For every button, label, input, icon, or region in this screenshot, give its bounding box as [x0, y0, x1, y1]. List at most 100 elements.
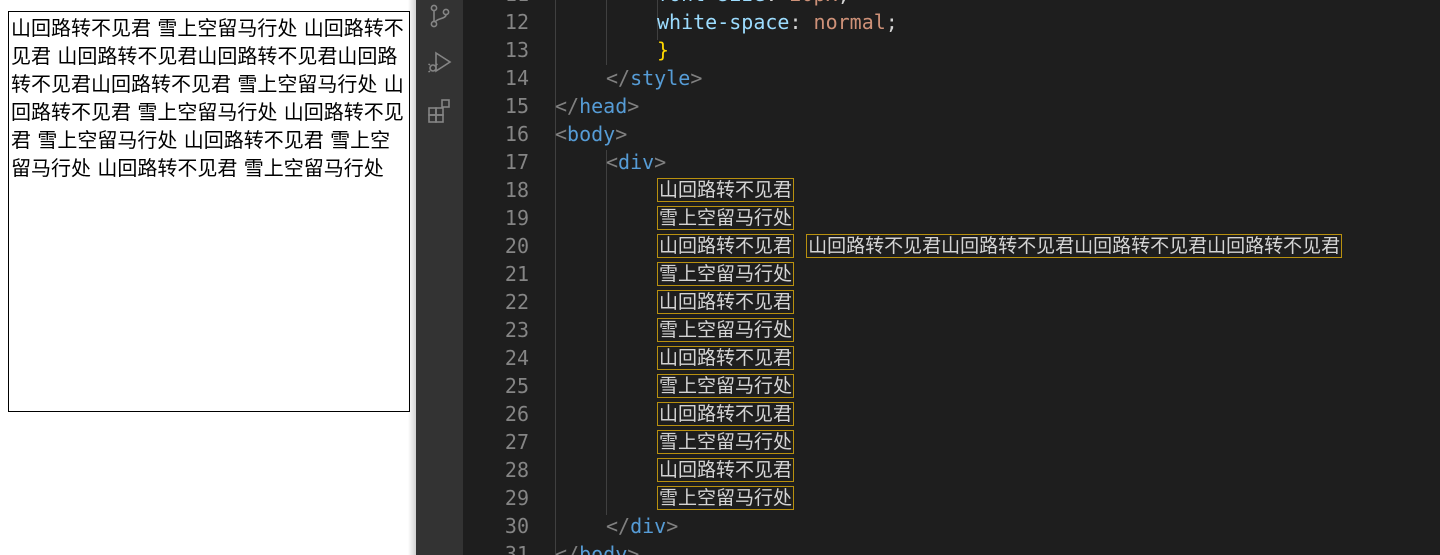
code-line[interactable]: 29 雪上空留马行处 — [463, 484, 1440, 512]
activity-bar — [416, 0, 463, 555]
highlighted-text: 山回路转不见君 — [657, 178, 795, 202]
code-token: > — [627, 542, 640, 555]
code-line[interactable]: 23 雪上空留马行处 — [463, 316, 1440, 344]
source-control-icon[interactable] — [426, 2, 454, 30]
code-token: body — [567, 122, 616, 146]
line-number: 30 — [504, 514, 529, 538]
code-line[interactable]: 11 font-size: 20px; — [463, 0, 1440, 8]
code-line[interactable]: 17 <div> — [463, 148, 1440, 176]
code-content: 山回路转不见君 — [657, 400, 795, 428]
code-line[interactable]: 20 山回路转不见君 山回路转不见君山回路转不见君山回路转不见君山回路转不见君 — [463, 232, 1440, 260]
line-number: 23 — [504, 318, 529, 342]
code-token: 20px — [789, 0, 837, 6]
code-content: white-space: normal; — [657, 8, 898, 36]
highlighted-text: 山回路转不见君 — [657, 346, 795, 370]
code-token: : — [765, 0, 789, 6]
code-line[interactable]: 31 </body> — [463, 540, 1440, 555]
code-content: 山回路转不见君 — [657, 344, 795, 372]
code-content: font-size: 20px; — [657, 0, 850, 8]
code-token: </ — [606, 66, 631, 90]
highlighted-text: 雪上空留马行处 — [657, 318, 795, 342]
highlighted-text: 雪上空留马行处 — [657, 430, 795, 454]
code-line[interactable]: 19 雪上空留马行处 — [463, 204, 1440, 232]
line-number: 20 — [504, 234, 529, 258]
line-number: 31 — [504, 542, 529, 555]
line-number: 14 — [504, 66, 529, 90]
code-token: div — [618, 150, 655, 174]
highlighted-text: 雪上空留马行处 — [657, 206, 795, 230]
code-content: </head> — [555, 92, 639, 120]
line-number: 13 — [504, 38, 529, 62]
code-content: 雪上空留马行处 — [657, 260, 795, 288]
code-line[interactable]: 13} — [463, 36, 1440, 64]
code-content: 雪上空留马行处 — [657, 428, 795, 456]
code-token: > — [654, 150, 667, 174]
code-content: 山回路转不见君 — [657, 176, 795, 204]
line-number: 12 — [504, 10, 529, 34]
code-line[interactable]: 12 white-space: normal; — [463, 8, 1440, 36]
code-line[interactable]: 15 </head> — [463, 92, 1440, 120]
code-line[interactable]: 28 山回路转不见君 — [463, 456, 1440, 484]
line-number: 26 — [504, 402, 529, 426]
code-token: ; — [885, 10, 898, 34]
code-line[interactable]: 27 雪上空留马行处 — [463, 428, 1440, 456]
code-token: ; — [838, 0, 850, 6]
code-content: </div> — [606, 512, 678, 540]
code-content: 山回路转不见君 山回路转不见君山回路转不见君山回路转不见君山回路转不见君 — [657, 232, 1343, 260]
highlighted-text: 山回路转不见君山回路转不见君山回路转不见君山回路转不见君 — [806, 234, 1343, 258]
highlighted-text: 山回路转不见君 — [657, 234, 795, 258]
line-number: 29 — [504, 486, 529, 510]
line-number: 18 — [504, 178, 529, 202]
code-token: } — [657, 38, 670, 62]
code-line[interactable]: 22 山回路转不见君 — [463, 288, 1440, 316]
code-editor[interactable]: 11 font-size: 20px; 12 white-space: normal;… — [463, 0, 1440, 555]
highlighted-text: 雪上空留马行处 — [657, 262, 795, 286]
code-content: 雪上空留马行处 — [657, 316, 795, 344]
preview-div-box: 山回路转不见君 雪上空留马行处 山回路转不见君 山回路转不见君山回路转不见君山回… — [8, 11, 410, 412]
code-content: </style> — [606, 64, 702, 92]
code-content: 山回路转不见君 — [657, 288, 795, 316]
highlighted-text: 山回路转不见君 — [657, 458, 795, 482]
code-line[interactable]: 14 </style> — [463, 64, 1440, 92]
line-number: 25 — [504, 374, 529, 398]
code-content: 雪上空留马行处 — [657, 484, 795, 512]
extensions-icon[interactable] — [426, 97, 454, 125]
code-token: < — [555, 122, 568, 146]
line-number: 21 — [504, 262, 529, 286]
highlighted-text: 山回路转不见君 — [657, 290, 795, 314]
code-content: } — [657, 36, 669, 64]
code-token: </ — [555, 94, 580, 118]
line-number: 16 — [504, 122, 529, 146]
line-number: 24 — [504, 346, 529, 370]
code-line[interactable]: 21 雪上空留马行处 — [463, 260, 1440, 288]
highlighted-text: 雪上空留马行处 — [657, 486, 795, 510]
code-line[interactable]: 18 山回路转不见君 — [463, 176, 1440, 204]
line-number: 15 — [504, 94, 529, 118]
preview-divider-shadow — [408, 0, 416, 555]
code-line[interactable]: 16 <body> — [463, 120, 1440, 148]
code-content: 雪上空留马行处 — [657, 204, 795, 232]
code-token: < — [606, 150, 619, 174]
code-token: head — [579, 94, 628, 118]
highlighted-text: 雪上空留马行处 — [657, 374, 795, 398]
code-line[interactable]: 24 山回路转不见君 — [463, 344, 1440, 372]
code-content: <div> — [606, 148, 666, 176]
code-token: white-space — [657, 10, 790, 34]
browser-preview: 山回路转不见君 雪上空留马行处 山回路转不见君 山回路转不见君山回路转不见君山回… — [0, 0, 416, 555]
run-debug-icon[interactable] — [426, 48, 454, 76]
code-token: > — [615, 122, 628, 146]
line-number: 28 — [504, 458, 529, 482]
code-token: normal — [813, 10, 886, 34]
code-token: > — [666, 514, 679, 538]
code-line[interactable]: 26 山回路转不见君 — [463, 400, 1440, 428]
code-line[interactable]: 30 </div> — [463, 512, 1440, 540]
line-number: 27 — [504, 430, 529, 454]
code-token: body — [579, 542, 628, 555]
code-content: </body> — [555, 540, 639, 555]
code-token: > — [690, 66, 703, 90]
code-line[interactable]: 25 雪上空留马行处 — [463, 372, 1440, 400]
code-token: : — [789, 10, 814, 34]
code-token: </ — [555, 542, 580, 555]
line-number: 19 — [504, 206, 529, 230]
